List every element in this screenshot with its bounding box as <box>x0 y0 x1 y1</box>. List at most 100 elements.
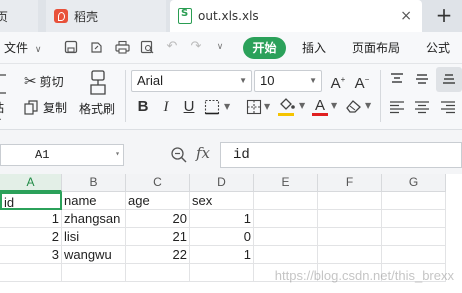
column-header-g[interactable]: G <box>382 174 446 192</box>
wps-window: 页 稻壳 out.xls.xls × + 文件 ∨ ↶ ↷ ∨ 开始 插入 页面… <box>0 0 462 293</box>
italic-icon[interactable]: I <box>159 98 173 116</box>
table-cell[interactable] <box>382 246 446 264</box>
table-cell[interactable] <box>254 192 318 210</box>
copy-button[interactable]: 复制 <box>24 98 72 116</box>
column-header-c[interactable]: C <box>126 174 190 192</box>
column-header-f[interactable]: F <box>318 174 382 192</box>
active-cell[interactable]: id <box>0 192 62 210</box>
table-cell[interactable] <box>318 192 382 210</box>
column-header-e[interactable]: E <box>254 174 318 192</box>
increase-font-icon[interactable]: A+ <box>329 71 347 93</box>
font-color-button[interactable]: A ▼ <box>312 97 340 119</box>
table-cell[interactable]: zhangsan <box>62 210 126 228</box>
table-cell[interactable]: 1 <box>190 210 254 228</box>
table-cell[interactable]: 2 <box>0 228 62 246</box>
table-cell[interactable]: 1 <box>0 210 62 228</box>
decrease-font-icon[interactable]: A− <box>353 71 371 93</box>
paint-bucket-icon <box>280 98 295 110</box>
table-cell[interactable] <box>126 264 190 282</box>
column-header-a[interactable]: A <box>0 174 62 192</box>
table-cell[interactable]: age <box>126 192 190 210</box>
align-middle-icon[interactable] <box>414 72 430 86</box>
formula-input[interactable]: id <box>220 142 462 168</box>
print-preview-icon[interactable] <box>140 40 154 54</box>
tab-daoke-label: 稻壳 <box>74 9 99 24</box>
chevron-down-icon: ▼ <box>239 76 247 85</box>
print-icon[interactable] <box>115 40 130 54</box>
table-cell[interactable] <box>382 210 446 228</box>
table-cell[interactable] <box>382 228 446 246</box>
cut-button[interactable]: ✂ 剪切 <box>24 72 72 90</box>
font-name-value: Arial <box>137 73 164 88</box>
quick-access-dropdown-icon[interactable]: ∨ <box>213 40 227 54</box>
table-cell[interactable]: 20 <box>126 210 190 228</box>
undo-icon[interactable]: ↶ <box>165 40 179 54</box>
zoom-icon[interactable] <box>170 146 188 164</box>
ribbon-divider <box>125 70 126 122</box>
menu-start[interactable]: 开始 <box>243 37 286 59</box>
table-cell[interactable]: lisi <box>62 228 126 246</box>
redo-icon[interactable]: ↷ <box>189 40 203 54</box>
align-left-icon[interactable] <box>389 100 405 114</box>
table-cell[interactable] <box>318 246 382 264</box>
table-cell[interactable]: name <box>62 192 126 210</box>
underline-icon[interactable]: U <box>181 98 197 116</box>
copy-label: 复制 <box>43 100 68 115</box>
align-bottom-icon[interactable] <box>436 67 462 92</box>
chevron-down-icon: ▼ <box>365 101 372 110</box>
menu-file[interactable]: 文件 ∨ <box>4 39 41 56</box>
tab-home[interactable]: 页 <box>0 0 38 32</box>
close-icon[interactable]: × <box>400 8 412 24</box>
chevron-down-icon: ▼ <box>331 101 338 110</box>
export-icon[interactable] <box>90 40 104 54</box>
table-cell[interactable] <box>0 264 62 282</box>
borders-icon <box>204 99 220 115</box>
table-cell[interactable] <box>254 246 318 264</box>
column-header-b[interactable]: B <box>62 174 126 192</box>
menu-formula[interactable]: 公式 <box>426 39 450 56</box>
font-size-value: 10 <box>260 73 275 88</box>
font-name-select[interactable]: Arial ▼ <box>131 70 252 92</box>
table-cell[interactable]: 22 <box>126 246 190 264</box>
table-cell[interactable] <box>318 228 382 246</box>
clear-button[interactable]: ▼ <box>345 98 373 116</box>
watermark: https://blog.csdn.net/this_brexx <box>274 268 454 283</box>
chevron-down-icon: ∨ <box>34 45 42 55</box>
table-cell[interactable]: 0 <box>190 228 254 246</box>
paste-button[interactable]: 粘贴 <box>0 70 12 120</box>
table-cell[interactable] <box>62 264 126 282</box>
name-box[interactable]: A1 ▾ <box>0 144 124 166</box>
save-icon[interactable] <box>64 40 78 54</box>
font-size-select[interactable]: 10 ▼ <box>254 70 322 92</box>
align-top-icon[interactable] <box>389 72 405 86</box>
function-icon[interactable]: fx <box>196 144 210 162</box>
menu-insert[interactable]: 插入 <box>302 39 326 56</box>
table-cell[interactable] <box>318 210 382 228</box>
tab-file[interactable]: out.xls.xls × <box>170 0 422 32</box>
fill-color-button[interactable]: ▼ <box>278 97 308 119</box>
table-cell[interactable] <box>190 264 254 282</box>
chevron-down-icon: ▼ <box>299 101 306 110</box>
align-right-icon[interactable] <box>440 100 456 114</box>
align-center-icon[interactable] <box>414 100 430 114</box>
table-cell[interactable] <box>254 210 318 228</box>
table-cell[interactable] <box>382 192 446 210</box>
table-cell[interactable] <box>254 228 318 246</box>
tab-daoke[interactable]: 稻壳 <box>46 0 166 32</box>
table-cell[interactable]: wangwu <box>62 246 126 264</box>
table-cell[interactable]: 21 <box>126 228 190 246</box>
menu-page-layout[interactable]: 页面布局 <box>352 39 400 56</box>
merge-button[interactable]: ▼ <box>246 99 274 115</box>
table-cell[interactable]: 1 <box>190 246 254 264</box>
format-painter-icon <box>90 70 106 95</box>
chevron-down-icon: ▼ <box>309 76 317 85</box>
column-header-d[interactable]: D <box>190 174 254 192</box>
spreadsheet-icon <box>178 8 192 24</box>
format-painter-button[interactable]: 格式刷 <box>78 68 118 120</box>
table-cell[interactable]: 3 <box>0 246 62 264</box>
bold-icon[interactable]: B <box>135 98 151 116</box>
borders-button[interactable]: ▼ <box>204 99 240 115</box>
new-tab-button[interactable]: + <box>430 4 458 28</box>
tab-file-label: out.xls.xls <box>198 9 259 23</box>
table-cell[interactable]: sex <box>190 192 254 210</box>
